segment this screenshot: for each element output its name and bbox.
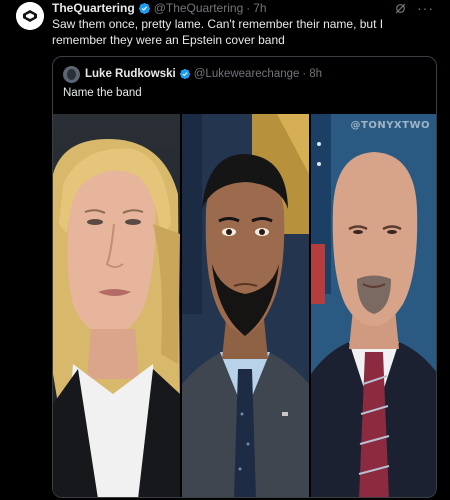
separator-dot: · xyxy=(246,1,251,15)
quoted-post[interactable]: Luke Rudkowski @Lukewearechange · 8h Nam… xyxy=(52,56,437,498)
author-name[interactable]: TheQuartering xyxy=(52,0,135,16)
author-handle[interactable]: @TheQuartering xyxy=(154,0,244,16)
post-text: Saw them once, pretty lame. Can't rememb… xyxy=(52,17,384,47)
grok-icon[interactable] xyxy=(393,1,407,15)
quoted-post-header: Luke Rudkowski @Lukewearechange · 8h xyxy=(63,65,322,83)
photo-panel-bald-man: @TONYXTWO xyxy=(311,114,436,497)
quoted-post-text: Name the band xyxy=(63,87,142,99)
quoted-post-time[interactable]: 8h xyxy=(309,68,322,80)
quoted-author-name[interactable]: Luke Rudkowski xyxy=(85,68,176,80)
photo-panel-woman xyxy=(53,114,180,497)
verified-badge-icon xyxy=(138,2,150,14)
quoted-author-avatar[interactable] xyxy=(63,65,80,83)
quoted-post-image[interactable]: @TONYXTWO xyxy=(53,114,436,497)
author-avatar[interactable] xyxy=(16,2,44,30)
post-time[interactable]: 7h xyxy=(253,0,266,16)
post: TheQuartering @TheQuartering · 7h ··· Sa… xyxy=(0,0,450,500)
more-icon[interactable]: ··· xyxy=(417,1,434,15)
verified-badge-icon xyxy=(179,68,190,80)
post-header: TheQuartering @TheQuartering · 7h xyxy=(52,0,267,16)
photo-panel-bearded-man xyxy=(182,114,309,497)
image-watermark: @TONYXTWO xyxy=(350,120,430,131)
separator-dot: · xyxy=(302,68,307,80)
post-actions: ··· xyxy=(393,0,434,16)
quoted-author-handle[interactable]: @Lukewearechange xyxy=(194,68,300,80)
quartering-logo xyxy=(16,2,44,30)
